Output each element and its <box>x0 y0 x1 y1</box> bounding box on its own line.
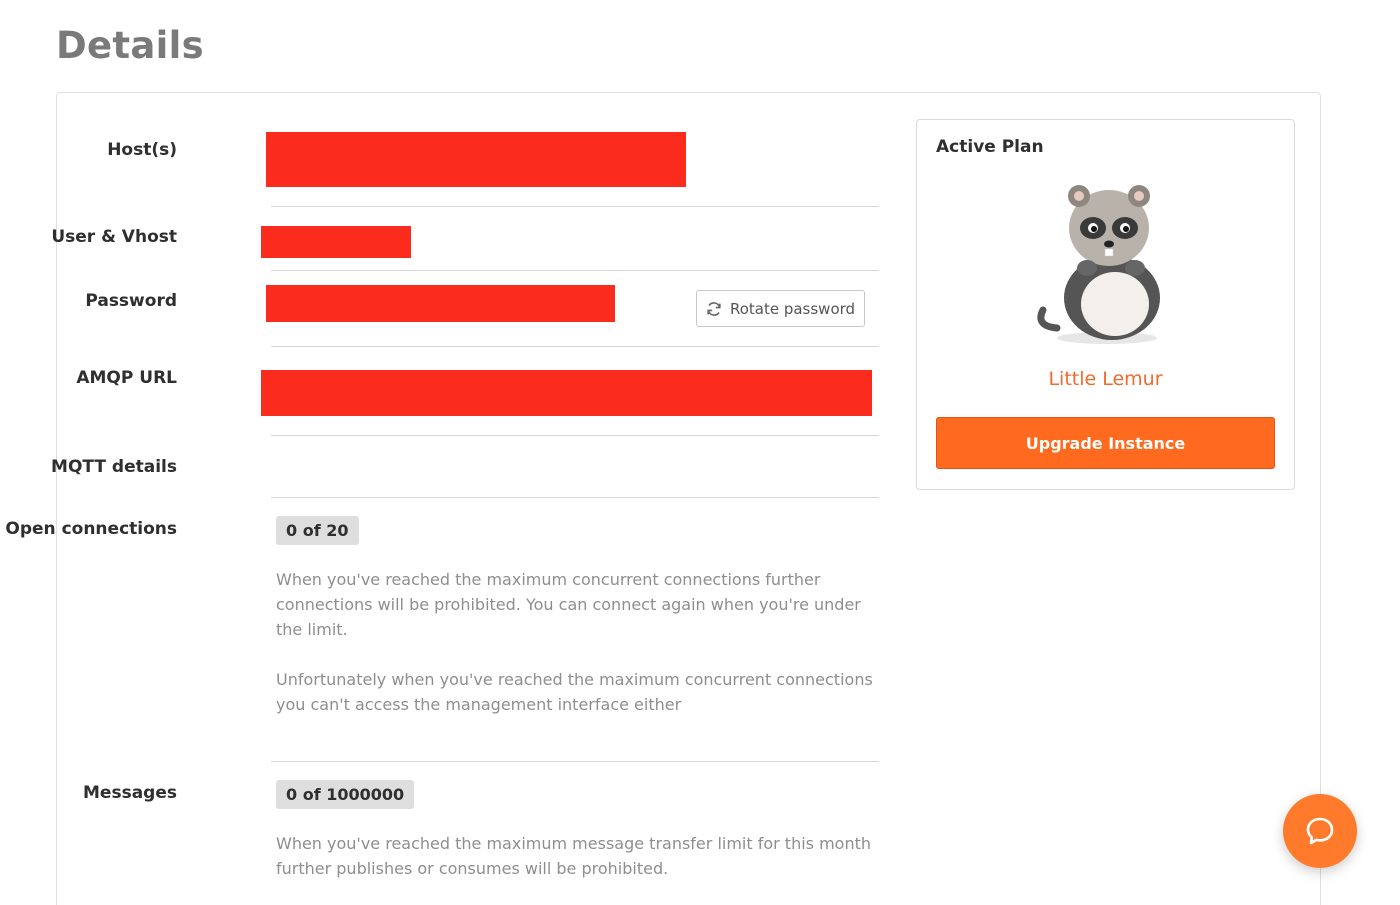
open-connections-help-1: When you've reached the maximum concurre… <box>276 570 861 639</box>
divider <box>271 206 879 207</box>
user-vhost-label: User & Vhost <box>51 227 177 247</box>
chat-button[interactable] <box>1283 794 1357 868</box>
user-vhost-value-redacted <box>261 226 411 258</box>
open-connections-label: Open connections <box>5 519 177 539</box>
refresh-icon <box>707 301 721 316</box>
plan-name: Little Lemur <box>1048 368 1163 390</box>
mqtt-details-label[interactable]: MQTT details <box>51 457 177 477</box>
divider <box>271 497 879 498</box>
amqp-url-label: AMQP URL <box>76 368 177 388</box>
open-connections-help-2: Unfortunately when you've reached the ma… <box>276 670 873 714</box>
password-label: Password <box>85 291 177 311</box>
open-connections-badge: 0 of 20 <box>276 516 359 545</box>
hosts-label: Host(s) <box>107 140 177 160</box>
active-plan-title: Active Plan <box>936 137 1044 157</box>
amqp-url-value-redacted <box>261 370 872 416</box>
messages-badge: 0 of 1000000 <box>276 780 415 809</box>
divider <box>271 761 879 762</box>
chat-bubble-icon <box>1306 817 1334 845</box>
page-title: Details <box>56 24 204 67</box>
password-value-redacted <box>266 285 615 322</box>
messages-help: When you've reached the maximum message … <box>276 834 872 878</box>
lemur-mascot-image <box>1037 185 1160 344</box>
hosts-value-redacted <box>266 132 686 187</box>
active-plan-panel: Active Plan Little Lemur Upgrade Instanc… <box>916 119 1295 490</box>
rotate-password-label: Rotate password <box>729 299 856 318</box>
divider <box>271 346 879 347</box>
divider <box>271 270 879 271</box>
divider <box>271 435 879 436</box>
rotate-password-button[interactable]: Rotate password <box>696 290 865 327</box>
messages-label: Messages <box>83 783 177 803</box>
upgrade-instance-button[interactable]: Upgrade Instance <box>936 417 1275 469</box>
